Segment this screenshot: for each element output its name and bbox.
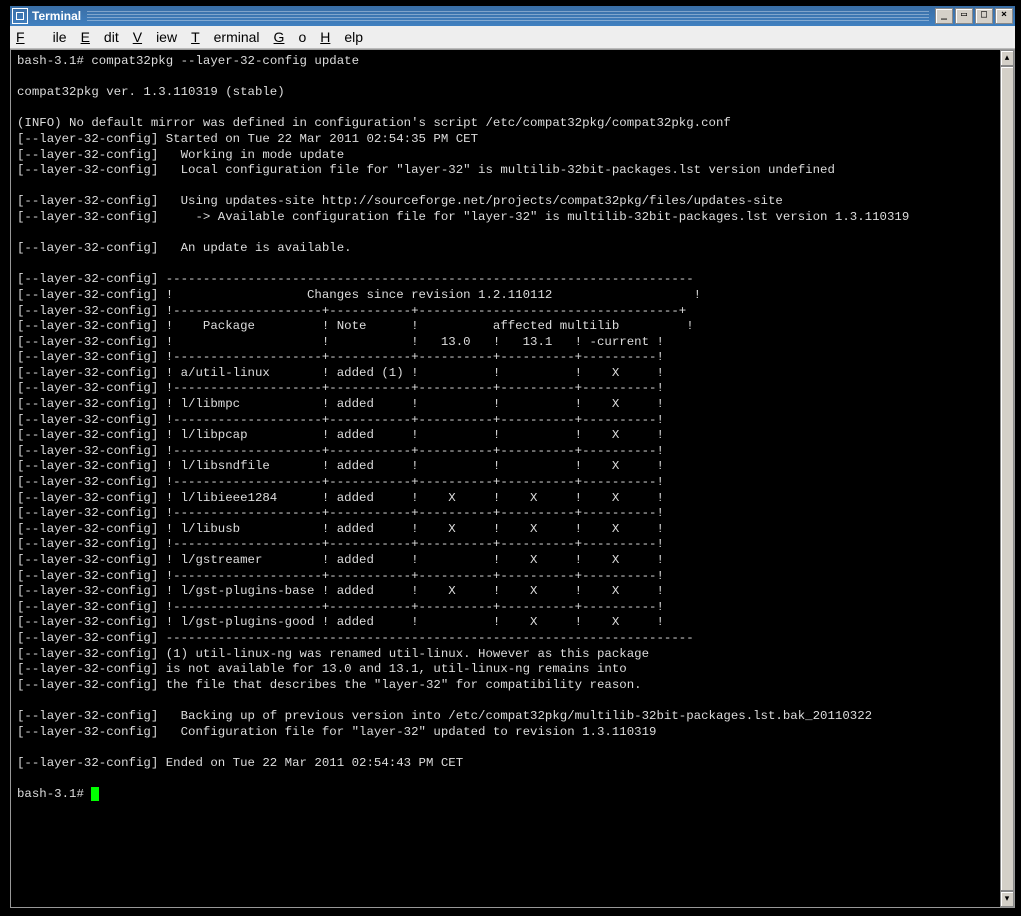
command: compat32pkg --layer-32-config update	[91, 54, 359, 68]
menubar: File Edit View Terminal Go Help	[10, 26, 1015, 49]
output-line: [--layer-32-config] !-------------------…	[17, 475, 664, 489]
output-line: compat32pkg ver. 1.3.110319 (stable)	[17, 85, 285, 99]
scroll-down-icon[interactable]: ▾	[1000, 891, 1014, 907]
output-line: [--layer-32-config] -> Available configu…	[17, 210, 909, 224]
output-line: [--layer-32-config] !-------------------…	[17, 350, 664, 364]
output-line: [--layer-32-config] !-------------------…	[17, 569, 664, 583]
output-line: [--layer-32-config] Configuration file f…	[17, 725, 656, 739]
menu-edit[interactable]: Edit	[81, 29, 119, 45]
menu-view[interactable]: View	[133, 29, 177, 45]
terminal-window: Terminal _ ▭ □ × File Edit View Terminal…	[8, 4, 1017, 910]
scroll-track[interactable]	[1000, 66, 1014, 891]
prompt: bash-3.1#	[17, 787, 91, 801]
output-line: [--layer-32-config] Backing up of previo…	[17, 709, 872, 723]
terminal-area: bash-3.1# compat32pkg --layer-32-config …	[10, 49, 1015, 908]
terminal-output[interactable]: bash-3.1# compat32pkg --layer-32-config …	[13, 52, 998, 905]
output-line: [--layer-32-config] An update is availab…	[17, 241, 352, 255]
menu-terminal[interactable]: Terminal	[191, 29, 259, 45]
terminal-icon	[12, 8, 28, 24]
titlebar[interactable]: Terminal _ ▭ □ ×	[10, 6, 1015, 26]
output-line: [--layer-32-config] ! l/gst-plugins-base…	[17, 584, 664, 598]
scroll-thumb[interactable]	[1000, 66, 1014, 891]
output-line: [--layer-32-config] Started on Tue 22 Ma…	[17, 132, 478, 146]
output-line: [--layer-32-config] Local configuration …	[17, 163, 835, 177]
menu-go[interactable]: Go	[274, 29, 307, 45]
restore-button[interactable]: ▭	[955, 8, 973, 24]
maximize-button[interactable]: □	[975, 8, 993, 24]
output-line: [--layer-32-config] !-------------------…	[17, 537, 664, 551]
output-line: [--layer-32-config] ! l/gstreamer ! adde…	[17, 553, 664, 567]
window-title: Terminal	[32, 9, 81, 23]
prompt: bash-3.1#	[17, 54, 91, 68]
titlebar-texture	[87, 11, 929, 21]
menu-help[interactable]: Help	[320, 29, 363, 45]
output-line: [--layer-32-config] ! l/libpcap ! added …	[17, 428, 664, 442]
window-buttons: _ ▭ □ ×	[935, 8, 1013, 24]
output-line: [--layer-32-config] --------------------…	[17, 272, 694, 286]
output-line: [--layer-32-config] ! Changes since revi…	[17, 288, 701, 302]
menu-file[interactable]: File	[16, 29, 67, 45]
output-line: [--layer-32-config] Using updates-site h…	[17, 194, 783, 208]
output-line: [--layer-32-config] ! a/util-linux ! add…	[17, 366, 664, 380]
output-line: (INFO) No default mirror was defined in …	[17, 116, 731, 130]
output-line: [--layer-32-config] ! l/libusb ! added !…	[17, 522, 664, 536]
output-line: [--layer-32-config] !-------------------…	[17, 304, 686, 318]
output-line: [--layer-32-config] ! l/libmpc ! added !…	[17, 397, 664, 411]
output-line: [--layer-32-config] is not available for…	[17, 662, 627, 676]
output-line: [--layer-32-config] !-------------------…	[17, 506, 664, 520]
output-line: [--layer-32-config] --------------------…	[17, 631, 694, 645]
output-line: [--layer-32-config] !-------------------…	[17, 444, 664, 458]
output-line: [--layer-32-config] Working in mode upda…	[17, 148, 344, 162]
output-line: [--layer-32-config] ! l/gst-plugins-good…	[17, 615, 664, 629]
output-line: [--layer-32-config] ! l/libsndfile ! add…	[17, 459, 664, 473]
cursor	[91, 787, 99, 801]
output-line: [--layer-32-config] !-------------------…	[17, 381, 664, 395]
output-line: [--layer-32-config] !-------------------…	[17, 600, 664, 614]
scroll-up-icon[interactable]: ▴	[1000, 50, 1014, 66]
output-line: [--layer-32-config] !-------------------…	[17, 413, 664, 427]
scrollbar[interactable]: ▴ ▾	[1000, 50, 1014, 907]
minimize-button[interactable]: _	[935, 8, 953, 24]
output-line: [--layer-32-config] Ended on Tue 22 Mar …	[17, 756, 463, 770]
output-line: [--layer-32-config] ! Package ! Note ! a…	[17, 319, 694, 333]
output-line: [--layer-32-config] ! l/libieee1284 ! ad…	[17, 491, 664, 505]
output-line: [--layer-32-config] the file that descri…	[17, 678, 642, 692]
output-line: [--layer-32-config] ! ! ! 13.0 ! 13.1 ! …	[17, 335, 664, 349]
output-line: [--layer-32-config] (1) util-linux-ng wa…	[17, 647, 649, 661]
close-button[interactable]: ×	[995, 8, 1013, 24]
